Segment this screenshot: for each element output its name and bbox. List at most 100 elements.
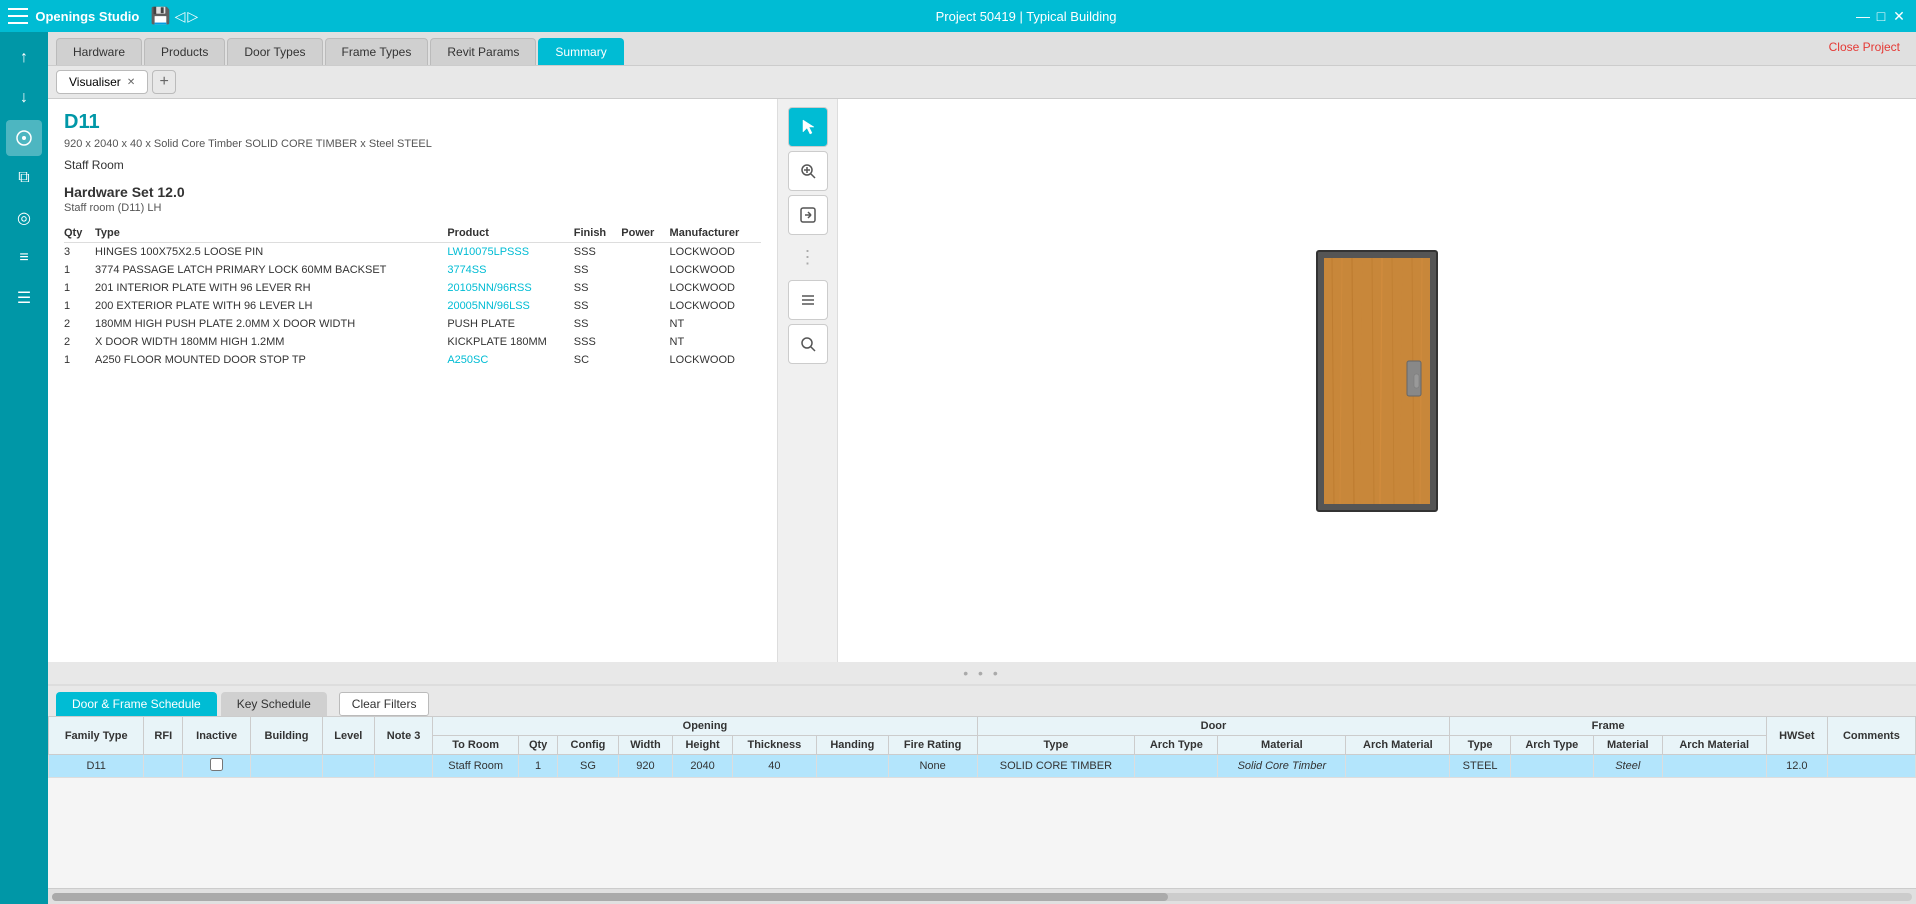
- list-icon[interactable]: ≡: [6, 240, 42, 276]
- hw-power: [621, 279, 669, 297]
- sched-frame-material: Steel: [1593, 755, 1662, 778]
- hw-type: 180MM HIGH PUSH PLATE 2.0MM X DOOR WIDTH: [95, 315, 447, 333]
- hw-product[interactable]: 20005NN/96LSS: [447, 297, 573, 315]
- content-area: Hardware Products Door Types Frame Types…: [48, 32, 1916, 904]
- copy-icon[interactable]: ⧉: [6, 160, 42, 196]
- hw-product: KICKPLATE 180MM: [447, 333, 573, 351]
- bottom-tab-bar: Door & Frame Schedule Key Schedule Clear…: [48, 686, 1916, 716]
- inactive-checkbox[interactable]: [210, 758, 223, 771]
- door-visual: [1312, 246, 1442, 516]
- th-inactive: Inactive: [183, 717, 251, 755]
- hw-qty: 1: [64, 297, 95, 315]
- maximize-button[interactable]: □: [1872, 7, 1890, 25]
- enter-control-btn[interactable]: [788, 195, 828, 235]
- lines-icon[interactable]: ☰: [6, 280, 42, 316]
- tab-products[interactable]: Products: [144, 38, 225, 65]
- hardware-table-row: 1 201 INTERIOR PLATE WITH 96 LEVER RH 20…: [64, 279, 761, 297]
- tab-door-types[interactable]: Door Types: [227, 38, 322, 65]
- minimize-button[interactable]: —: [1854, 7, 1872, 25]
- hw-product[interactable]: LW10075LPSSS: [447, 243, 573, 262]
- hw-qty: 1: [64, 351, 95, 369]
- drag-handle[interactable]: ⋮: [799, 239, 817, 276]
- sched-thickness: 40: [732, 755, 816, 778]
- sched-door-type: SOLID CORE TIMBER: [977, 755, 1135, 778]
- visualiser-tab-close[interactable]: ✕: [127, 77, 135, 88]
- scroll-thumb[interactable]: [52, 893, 1168, 901]
- visualiser-tab-label: Visualiser: [69, 75, 121, 89]
- product-link[interactable]: A250SC: [447, 354, 488, 366]
- th-building: Building: [251, 717, 323, 755]
- schedule-table: Family Type RFI Inactive Building Level …: [48, 716, 1916, 778]
- hw-col-type: Type: [95, 224, 447, 243]
- tab-hardware[interactable]: Hardware: [56, 38, 142, 65]
- sched-frame-type: STEEL: [1450, 755, 1510, 778]
- tab-summary[interactable]: Summary: [538, 38, 623, 65]
- sched-height: 2040: [673, 755, 733, 778]
- schedule-wrapper[interactable]: Family Type RFI Inactive Building Level …: [48, 716, 1916, 888]
- th-height: Height: [673, 736, 733, 755]
- globe-icon[interactable]: ◎: [6, 200, 42, 236]
- th-door-arch-type: Arch Type: [1135, 736, 1218, 755]
- save-icon[interactable]: 💾: [151, 6, 171, 26]
- th-level: Level: [322, 717, 374, 755]
- hw-power: [621, 243, 669, 262]
- hw-manufacturer: LOCKWOOD: [670, 279, 761, 297]
- product-link[interactable]: 20105NN/96RSS: [447, 282, 531, 294]
- sched-hwset: 12.0: [1766, 755, 1827, 778]
- hw-product[interactable]: 3774SS: [447, 261, 573, 279]
- clear-filters-button[interactable]: Clear Filters: [339, 692, 430, 716]
- cursor-icon[interactable]: [6, 120, 42, 156]
- th-width: Width: [618, 736, 673, 755]
- list-control-btn[interactable]: [788, 280, 828, 320]
- hw-product[interactable]: 20105NN/96RSS: [447, 279, 573, 297]
- undo-icon[interactable]: ◁: [175, 8, 186, 25]
- key-schedule-tab[interactable]: Key Schedule: [221, 692, 327, 716]
- close-project-link[interactable]: Close Project: [1829, 40, 1900, 54]
- th-group-frame: Frame: [1450, 717, 1766, 736]
- th-door-arch-material: Arch Material: [1346, 736, 1450, 755]
- horizontal-scrollbar[interactable]: [48, 888, 1916, 904]
- hw-product: PUSH PLATE: [447, 315, 573, 333]
- th-thickness: Thickness: [732, 736, 816, 755]
- resize-handle[interactable]: • • •: [48, 662, 1916, 684]
- zoom-control-btn[interactable]: [788, 151, 828, 191]
- hardware-table-row: 3 HINGES 100X75X2.5 LOOSE PIN LW10075LPS…: [64, 243, 761, 262]
- sched-frame-arch-type: [1510, 755, 1593, 778]
- add-tab-button[interactable]: +: [152, 70, 176, 94]
- door-frame-schedule-tab[interactable]: Door & Frame Schedule: [56, 692, 217, 716]
- hw-type: A250 FLOOR MOUNTED DOOR STOP TP: [95, 351, 447, 369]
- redo-icon[interactable]: ▷: [187, 8, 198, 25]
- hw-col-power: Power: [621, 224, 669, 243]
- th-group-door: Door: [977, 717, 1450, 736]
- hw-manufacturer: LOCKWOOD: [670, 243, 761, 262]
- hw-product[interactable]: A250SC: [447, 351, 573, 369]
- sched-note3: [374, 755, 433, 778]
- hw-manufacturer: NT: [670, 333, 761, 351]
- sched-to-room: Staff Room: [433, 755, 518, 778]
- sched-width: 920: [618, 755, 673, 778]
- product-link[interactable]: 3774SS: [447, 264, 486, 276]
- visualiser-tab-bar: Visualiser ✕ +: [48, 66, 1916, 99]
- title-bar: Openings Studio 💾 ◁ ▷ Project 50419 | Ty…: [0, 0, 1916, 32]
- schedule-row[interactable]: D11 Staff Room 1 SG 920 2040 40 None SOL…: [49, 755, 1916, 778]
- product-link[interactable]: 20005NN/96LSS: [447, 300, 530, 312]
- hw-type: HINGES 100X75X2.5 LOOSE PIN: [95, 243, 447, 262]
- visualiser-tab[interactable]: Visualiser ✕: [56, 70, 148, 94]
- tab-frame-types[interactable]: Frame Types: [325, 38, 429, 65]
- sched-door-material: Solid Core Timber: [1218, 755, 1346, 778]
- arrow-up-icon[interactable]: ↑: [6, 40, 42, 76]
- hw-col-qty: Qty: [64, 224, 95, 243]
- arrow-down-icon[interactable]: ↓: [6, 80, 42, 116]
- app-name: Openings Studio: [35, 9, 139, 24]
- hw-type: X DOOR WIDTH 180MM HIGH 1.2MM: [95, 333, 447, 351]
- close-button[interactable]: ✕: [1890, 7, 1908, 25]
- scroll-track[interactable]: [52, 893, 1912, 901]
- select-control-btn[interactable]: [788, 107, 828, 147]
- hw-finish: SC: [574, 351, 622, 369]
- hw-manufacturer: NT: [670, 315, 761, 333]
- sched-door-arch-type: [1135, 755, 1218, 778]
- tab-revit-params[interactable]: Revit Params: [430, 38, 536, 65]
- product-link[interactable]: LW10075LPSSS: [447, 246, 529, 258]
- search-control-btn[interactable]: [788, 324, 828, 364]
- menu-icon[interactable]: [8, 8, 28, 24]
